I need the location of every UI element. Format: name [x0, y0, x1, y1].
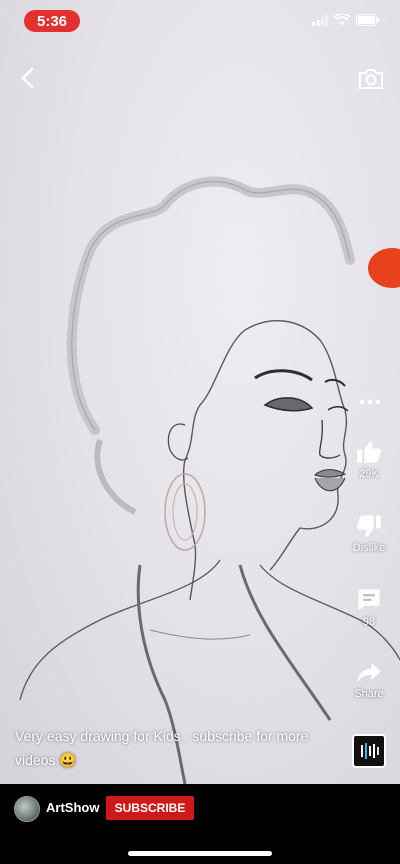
back-button[interactable]	[14, 64, 42, 92]
dislike-button[interactable]: Dislike	[345, 512, 393, 554]
back-icon	[21, 67, 34, 89]
more-icon	[359, 399, 381, 405]
subscribe-button[interactable]: SUBSCRIBE	[106, 796, 194, 820]
share-icon	[357, 662, 381, 683]
like-button[interactable]: 29K	[345, 438, 393, 480]
status-time: 5:36	[24, 10, 80, 32]
dislike-icon	[357, 515, 381, 537]
pencil-sketch-image	[19, 176, 400, 784]
channel-bar: ArtShow SUBSCRIBE	[0, 784, 400, 830]
video-player[interactable]	[0, 0, 400, 784]
like-count: 29K	[359, 468, 379, 480]
avatar[interactable]	[14, 796, 40, 822]
share-button[interactable]: Share	[345, 658, 393, 700]
like-icon	[357, 441, 381, 463]
comments-button[interactable]: 98	[345, 586, 393, 628]
video-caption[interactable]: Very easy drawing for Kids . subscribe f…	[15, 724, 325, 772]
battery-icon	[356, 13, 380, 31]
signal-icon	[312, 13, 328, 31]
sound-icon	[361, 743, 379, 759]
camera-button[interactable]	[356, 66, 386, 92]
wifi-icon	[333, 13, 351, 31]
status-icons	[312, 13, 380, 31]
sound-button[interactable]	[352, 734, 386, 768]
dislike-label: Dislike	[352, 542, 386, 554]
comment-count: 98	[362, 616, 376, 628]
share-label: Share	[354, 688, 384, 700]
comment-icon	[358, 589, 380, 611]
home-indicator[interactable]	[128, 851, 272, 856]
channel-name[interactable]: ArtShow	[46, 800, 99, 815]
status-bar: 5:36	[0, 0, 400, 40]
camera-icon	[359, 69, 383, 89]
more-options-button[interactable]	[356, 392, 384, 412]
